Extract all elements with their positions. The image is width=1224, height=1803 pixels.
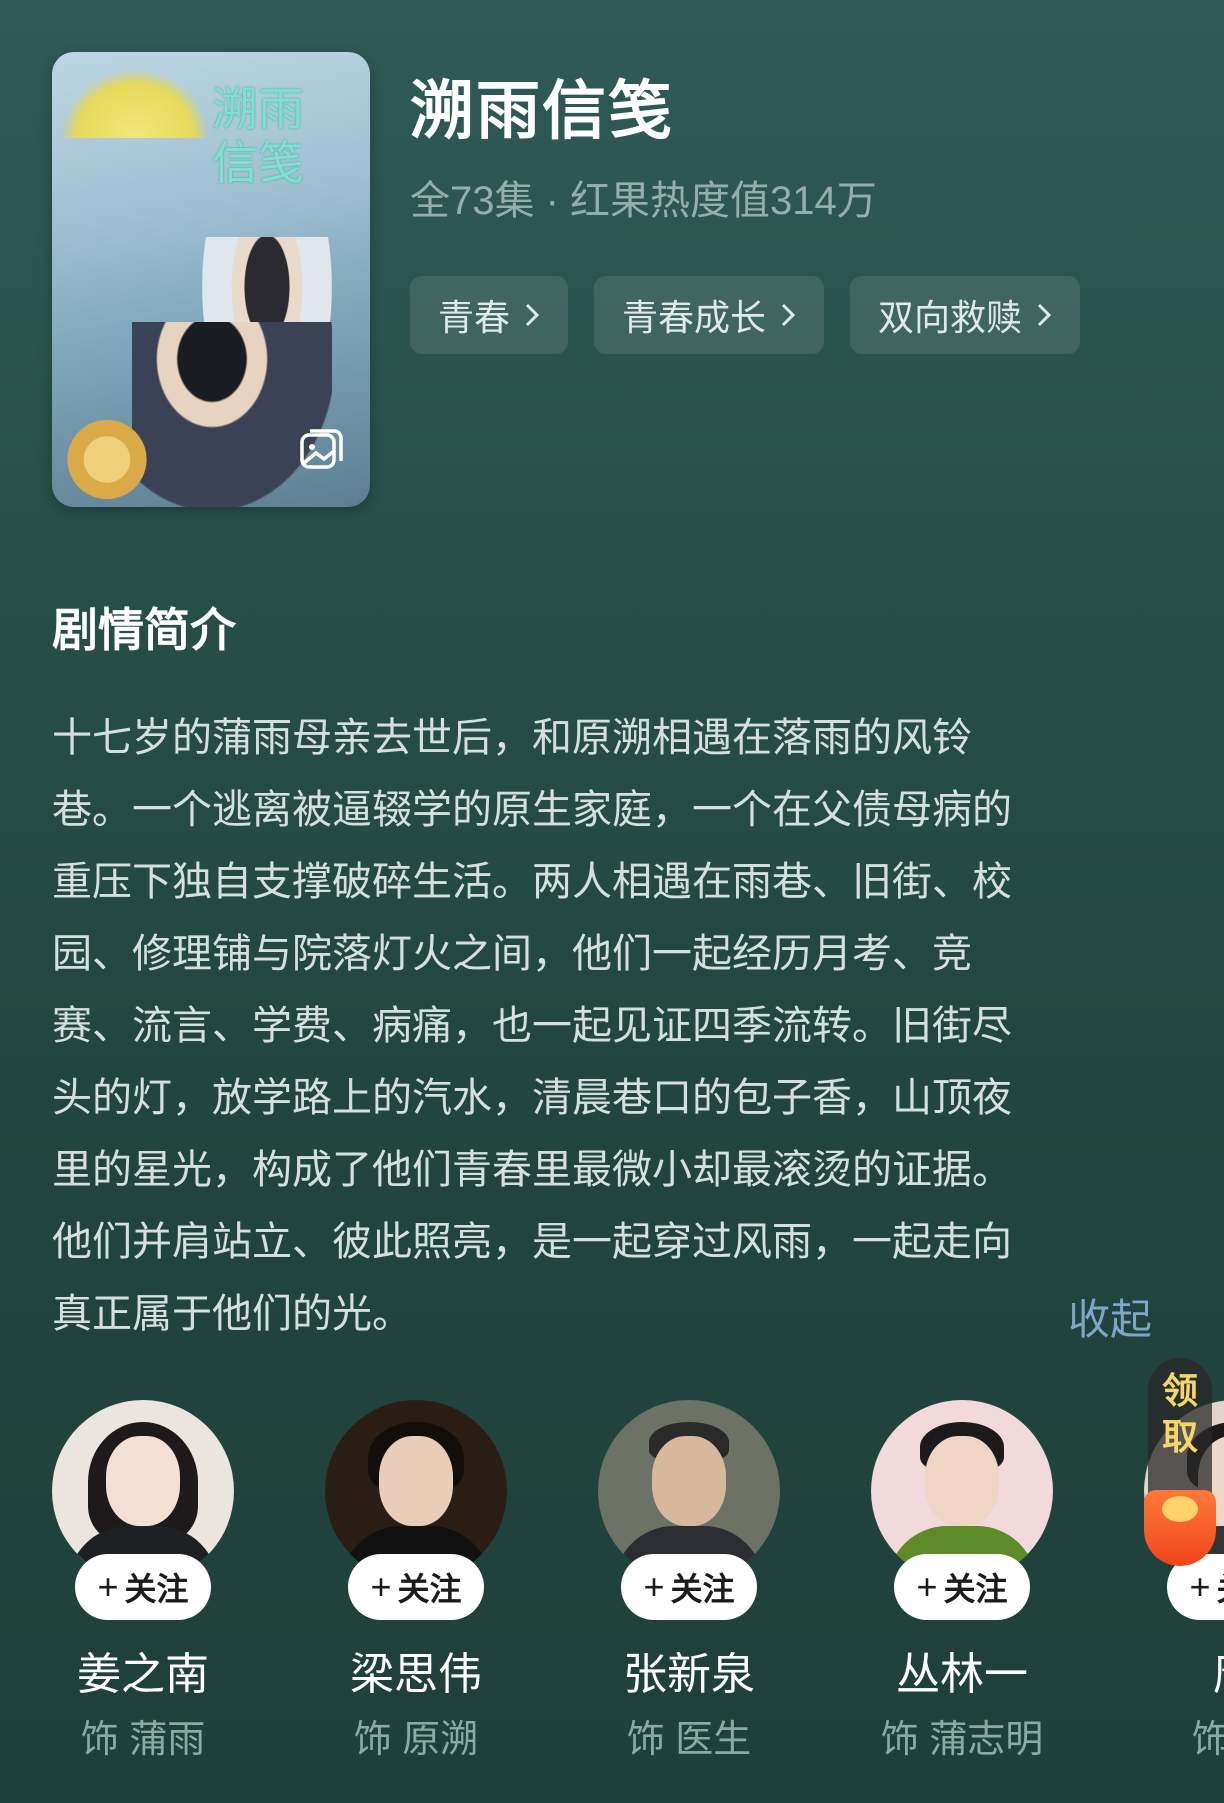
tag-label: 青春成长 [622, 297, 767, 338]
chevron-right-icon [525, 303, 540, 327]
coin-icon [1162, 1496, 1198, 1522]
cast-list: + 关注 姜之南 饰 蒲雨 + 关注 梁思伟 饰 原溯 + 关注 张新泉 饰 医生 +… [52, 1400, 1224, 1760]
cast-member[interactable]: + 关注 张新泉 饰 医生 [598, 1400, 780, 1760]
drama-poster[interactable]: 溯雨 信笺 [52, 52, 370, 507]
plus-icon: + [1189, 1566, 1211, 1607]
actor-name: 张新泉 [623, 1650, 755, 1699]
synopsis-line: 真正属于他们的光。 [52, 1292, 412, 1336]
actor-name: 姜之南 [77, 1650, 209, 1699]
follow-button[interactable]: +关注 [621, 1554, 757, 1620]
plus-icon: + [97, 1566, 119, 1607]
tag-list: 青春 青春成长 双向救赎 [410, 276, 1081, 354]
gallery-icon[interactable] [298, 427, 344, 473]
poster-title-art: 溯雨 信笺 [212, 82, 304, 190]
actor-name: 丛林一 [896, 1650, 1028, 1699]
synopsis-line: 赛、流言、学费、病痛，也一起见证四季流转。旧街尽 [52, 1004, 1012, 1048]
synopsis-line: 里的星光，构成了他们青春里最微小却最滚烫的证据。 [52, 1148, 1012, 1192]
chevron-right-icon [781, 303, 796, 327]
actor-name: 唐 [1124, 1638, 1224, 1702]
drama-meta: 全73集 · 红果热度值314万 [410, 179, 877, 223]
collapse-link[interactable]: 收起 [1068, 1286, 1152, 1347]
drama-title: 溯雨信笺 [410, 75, 674, 147]
poster-flower-art [62, 412, 152, 507]
follow-button[interactable]: +关注 [894, 1554, 1030, 1620]
actor-role: 饰 蒲志明 [880, 1719, 1044, 1760]
cast-member[interactable]: + 关注 丛林一 饰 蒲志明 [871, 1400, 1053, 1760]
chevron-right-icon [1037, 303, 1052, 327]
plus-icon: + [643, 1566, 665, 1607]
synopsis-line: 巷。一个逃离被逼辍学的原生家庭，一个在父债母病的 [52, 788, 1012, 832]
actor-role: 饰 许 [1191, 1719, 1224, 1760]
cast-member[interactable]: + 关注 梁思伟 饰 原溯 [325, 1400, 507, 1760]
tag-label: 双向救赎 [878, 297, 1023, 338]
synopsis-line: 头的灯，放学路上的汽水，清晨巷口的包子香，山顶夜 [52, 1076, 1012, 1120]
actor-name: 梁思伟 [350, 1650, 482, 1699]
tag-qingchun[interactable]: 青春 [410, 276, 569, 354]
synopsis-line: 重压下独自支撑破碎生活。两人相遇在雨巷、旧街、校 [52, 860, 1012, 904]
synopsis-line: 十七岁的蒲雨母亲去世后，和原溯相遇在落雨的风铃 [52, 716, 972, 760]
follow-button[interactable]: +关注 [348, 1554, 484, 1620]
synopsis-line: 园、修理铺与院落灯火之间，他们一起经历月考、竞 [52, 932, 972, 976]
claim-label: 领取 [1161, 1370, 1198, 1457]
poster-figure-boy [132, 322, 332, 507]
actor-role: 饰 医生 [626, 1719, 752, 1760]
cast-member[interactable]: + 关注 姜之南 饰 蒲雨 [52, 1400, 234, 1760]
tag-qingchun-chengzhang[interactable]: 青春成长 [594, 276, 825, 354]
actor-role: 饰 原溯 [353, 1719, 479, 1760]
tag-shuangxiang-jiushu[interactable]: 双向救赎 [850, 276, 1081, 354]
synopsis-line: 他们并肩站立、彼此照亮，是一起穿过风雨，一起走向 [52, 1220, 1012, 1264]
poster-umbrella-art [60, 68, 210, 138]
follow-button[interactable]: +关注 [75, 1554, 211, 1620]
plus-icon: + [370, 1566, 392, 1607]
synopsis-text: 十七岁的蒲雨母亲去世后，和原溯相遇在落雨的风铃 巷。一个逃离被逼辍学的原生家庭，… [52, 702, 1152, 1350]
tag-label: 青春 [438, 297, 511, 338]
claim-reward-button[interactable]: 领取 [1144, 1358, 1216, 1566]
synopsis-heading: 剧情简介 [52, 604, 236, 656]
actor-role: 饰 蒲雨 [80, 1719, 206, 1760]
plus-icon: + [916, 1566, 938, 1607]
